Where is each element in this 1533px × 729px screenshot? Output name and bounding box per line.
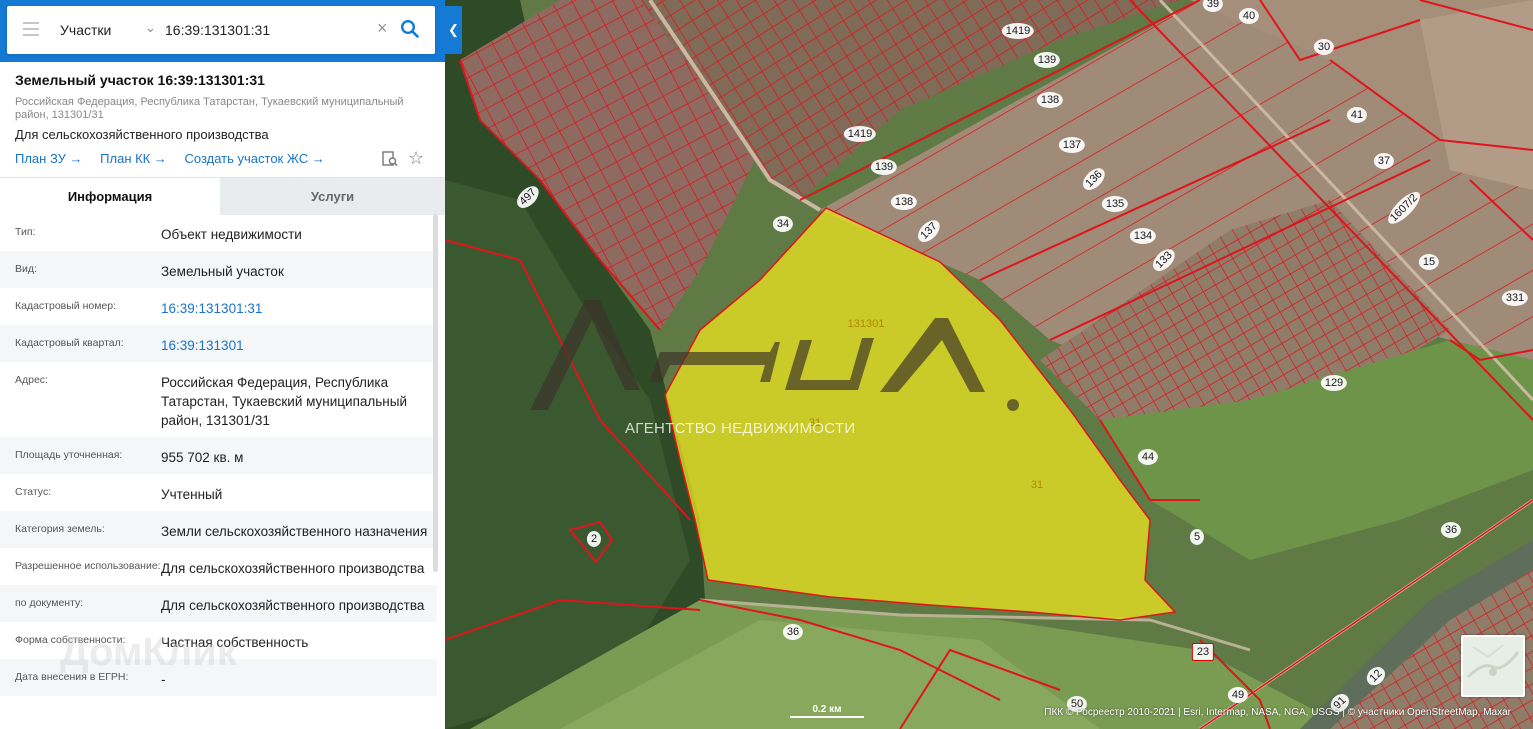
info-row: Адрес: Российская Федерация, Республика … — [0, 362, 437, 437]
object-title: Земельный участок 16:39:131301:31 — [15, 72, 265, 88]
object-address: Российская Федерация, Республика Татарст… — [15, 96, 404, 121]
info-row: Категория земель: Земли сельскохозяйстве… — [0, 511, 437, 548]
info-row: по документу: Для сельскохозяйственного … — [0, 585, 437, 622]
minimap-toggle[interactable] — [1461, 635, 1525, 697]
info-key: Разрешенное использование: — [15, 560, 161, 572]
object-purpose: Для сельскохозяйственного производства — [15, 127, 269, 142]
info-value: Российская Федерация, Республика Татарст… — [161, 375, 407, 428]
parcel-label[interactable]: 1419 — [843, 126, 877, 142]
info-key: Кадастровый квартал: — [15, 337, 124, 349]
info-row: Форма собственности: Частная собственнос… — [0, 622, 437, 659]
info-value: Учтенный — [161, 487, 223, 502]
tab-bar: Информация Услуги — [0, 177, 445, 215]
search-icon[interactable] — [400, 19, 420, 39]
tab-services[interactable]: Услуги — [220, 178, 445, 215]
info-key: Площадь уточненная: — [15, 449, 123, 461]
info-key: Статус: — [15, 486, 52, 498]
close-icon[interactable]: × — [377, 18, 388, 38]
info-key: Кадастровый номер: — [15, 300, 117, 312]
info-panel: Участки ⌄ × Земельный участок 16:39:1313… — [0, 0, 445, 729]
scrollbar[interactable] — [433, 214, 438, 572]
info-key: Дата внесения в ЕГРН: — [15, 671, 129, 683]
info-value: Земельный участок — [161, 264, 284, 279]
info-row: Кадастровый номер: 16:39:131301:31 — [0, 288, 437, 325]
search-input[interactable] — [165, 15, 375, 45]
info-key: Форма собственности: — [15, 634, 126, 646]
info-row: Дата внесения в ЕГРН: - — [0, 659, 437, 696]
menu-icon[interactable] — [23, 22, 39, 36]
info-row: Вид: Земельный участок — [0, 251, 437, 288]
parcel-label[interactable]: 5 — [1189, 529, 1205, 545]
plan-kk-link[interactable]: План КК → — [100, 151, 167, 166]
document-search-icon[interactable] — [381, 150, 399, 168]
info-value: - — [161, 672, 166, 687]
plan-zu-link[interactable]: План ЗУ → — [15, 151, 83, 166]
minimap-icon — [1466, 644, 1520, 679]
info-value: Частная собственность — [161, 635, 309, 650]
info-key: по документу: — [15, 597, 84, 609]
tab-information[interactable]: Информация — [0, 178, 220, 215]
search-type-select[interactable]: Участки — [60, 22, 111, 38]
cadastral-number-link[interactable]: 16:39:131301:31 — [161, 299, 437, 325]
info-key: Категория земель: — [15, 523, 105, 535]
cadastral-quarter-link[interactable]: 16:39:131301 — [161, 336, 437, 362]
info-row: Разрешенное использование: Для сельскохо… — [0, 548, 437, 585]
agency-watermark-text: АГЕНТСТВО НЕДВИЖИМОСТИ — [625, 420, 856, 437]
info-row: Кадастровый квартал: 16:39:131301 — [0, 325, 437, 362]
info-table: Тип: Объект недвижимости Вид: Земельный … — [0, 214, 437, 696]
info-row: Статус: Учтенный — [0, 474, 437, 511]
info-key: Адрес: — [15, 374, 48, 386]
chevron-down-icon[interactable]: ⌄ — [145, 20, 156, 36]
chevron-left-icon: ❮ — [448, 22, 459, 37]
map-attribution: ПКК © Росреестр 2010-2021 | Esri, Interm… — [1044, 707, 1511, 718]
info-value: Земли сельскохозяйственного назначения — [161, 524, 428, 539]
search-bar: Участки ⌄ × — [7, 6, 435, 54]
star-icon[interactable]: ☆ — [408, 148, 424, 168]
scale-bar: 0.2 км — [790, 704, 864, 718]
collapse-panel-button[interactable]: ❮ — [445, 6, 462, 54]
info-value: Для сельскохозяйственного производства — [161, 598, 425, 613]
info-key: Вид: — [15, 263, 37, 275]
selected-plot-label: 31 — [1030, 479, 1044, 491]
parcel-label[interactable]: 1419 — [1001, 23, 1035, 39]
object-links: План ЗУ → План КК → Создать участок ЖС → — [15, 151, 339, 166]
info-row: Площадь уточненная: 955 702 кв. м — [0, 437, 437, 474]
create-plot-link[interactable]: Создать участок ЖС → — [185, 151, 325, 166]
info-row: Тип: Объект недвижимости — [0, 214, 437, 251]
info-value: Объект недвижимости — [161, 227, 302, 242]
parcel-label[interactable]: 23 — [1191, 643, 1215, 661]
info-value: 955 702 кв. м — [161, 450, 244, 465]
quarter-label: 131301 — [847, 318, 885, 330]
info-key: Тип: — [15, 226, 36, 238]
info-value: Для сельскохозяйственного производства — [161, 561, 425, 576]
parcel-label[interactable]: 2 — [586, 531, 602, 547]
